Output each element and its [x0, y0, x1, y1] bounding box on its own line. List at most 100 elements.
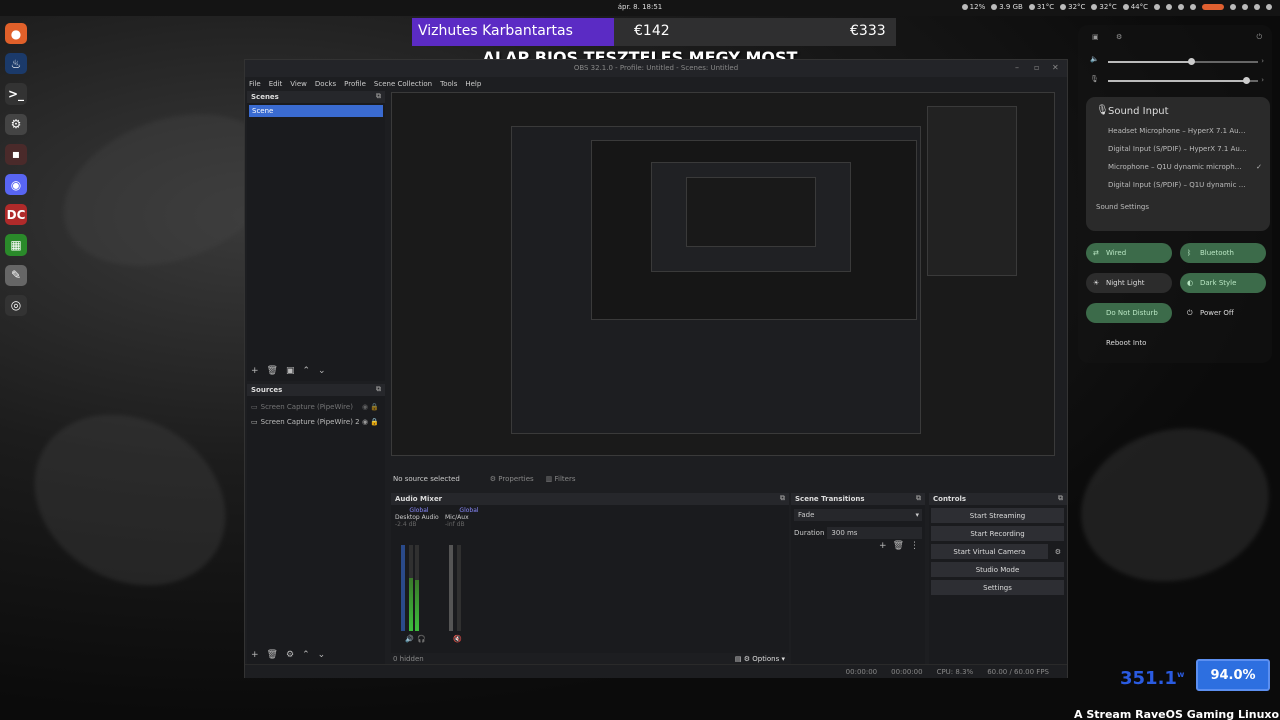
- preview-canvas[interactable]: [391, 92, 1055, 456]
- source-item[interactable]: ▭ Screen Capture (PipeWire) 2 ◉ 🔒: [247, 414, 385, 429]
- add-icon[interactable]: +: [879, 541, 887, 551]
- undock-icon[interactable]: ⧉: [376, 385, 381, 394]
- night-light-toggle[interactable]: ☀ Night Light: [1086, 273, 1172, 293]
- chrome-icon[interactable]: [1154, 4, 1160, 10]
- add-icon[interactable]: +: [251, 366, 259, 376]
- terminal-icon[interactable]: >_: [5, 83, 27, 105]
- down-arrow-icon[interactable]: ⌄: [318, 650, 326, 660]
- obs-icon[interactable]: ◎: [5, 294, 27, 317]
- firefox-icon[interactable]: ●: [5, 23, 27, 45]
- input-option[interactable]: Microphone – Q1U dynamic microph… ✓: [1092, 163, 1264, 171]
- close-icon[interactable]: ✕: [1052, 63, 1059, 72]
- undock-icon[interactable]: ⧉: [780, 494, 785, 503]
- start-recording-button[interactable]: Start Recording: [931, 526, 1064, 541]
- menu-view[interactable]: View: [290, 80, 307, 88]
- chevron-right-icon[interactable]: ›: [1261, 76, 1264, 84]
- wired-toggle[interactable]: ⇄ Wired: [1086, 243, 1172, 263]
- scene-item[interactable]: Scene: [249, 105, 383, 117]
- controls-dock: Controls ⧉ Start Streaming Start Recordin…: [929, 493, 1067, 665]
- maximize-icon[interactable]: ▫: [1034, 63, 1039, 72]
- stream-ticker: A Stream RaveOS Gaming Linuxon fut: [1074, 708, 1280, 720]
- filters-button[interactable]: ▥ Filters: [546, 475, 576, 483]
- menu-help[interactable]: Help: [465, 80, 481, 88]
- up-arrow-icon[interactable]: ⌃: [302, 650, 310, 660]
- power-off-toggle[interactable]: ⏻ Power Off: [1180, 303, 1266, 323]
- duration-input[interactable]: 300 ms: [827, 527, 922, 539]
- volume-icon: 🔈: [1090, 55, 1099, 63]
- chevron-right-icon[interactable]: ›: [1261, 57, 1264, 65]
- do-not-disturb-toggle[interactable]: Do Not Disturb: [1086, 303, 1172, 323]
- properties-button[interactable]: ⚙ Properties: [490, 475, 534, 483]
- mic-slider[interactable]: [1108, 77, 1258, 84]
- settings-icon[interactable]: [1166, 4, 1172, 10]
- microphone-icon[interactable]: [1254, 4, 1260, 10]
- spreadsheet-icon[interactable]: ▦: [5, 234, 27, 256]
- menu-tools[interactable]: Tools: [440, 80, 457, 88]
- down-arrow-icon[interactable]: ⌄: [318, 366, 326, 376]
- menu-edit[interactable]: Edit: [269, 80, 283, 88]
- volume-slider[interactable]: [1108, 58, 1258, 65]
- undock-icon[interactable]: ⧉: [916, 494, 921, 503]
- transition-select[interactable]: Fade ▾: [794, 509, 922, 521]
- settings-icon[interactable]: ⚙: [1116, 33, 1122, 41]
- menu-docks[interactable]: Docks: [315, 80, 336, 88]
- upload-icon[interactable]: [1190, 4, 1196, 10]
- start-streaming-button[interactable]: Start Streaming: [931, 508, 1064, 523]
- start-virtual-camera-button[interactable]: Start Virtual Camera: [931, 544, 1048, 559]
- undock-icon[interactable]: ⧉: [376, 92, 381, 101]
- menu-scene-collection[interactable]: Scene Collection: [374, 80, 432, 88]
- more-icon[interactable]: ⋮: [910, 541, 919, 551]
- sound-settings-link[interactable]: Sound Settings: [1092, 203, 1264, 211]
- hidden-count: 0 hidden: [393, 654, 424, 663]
- volume-fader[interactable]: [401, 545, 405, 631]
- channel-volume: -inf dB: [445, 521, 465, 528]
- trash-icon[interactable]: 🗑: [267, 366, 278, 376]
- bluetooth-toggle[interactable]: ᛒ Bluetooth: [1180, 243, 1266, 263]
- input-option[interactable]: Digital Input (S/PDIF) – Q1U dynamic …: [1092, 181, 1264, 189]
- settings-button[interactable]: Settings: [931, 580, 1064, 595]
- speaker-icon[interactable]: 🔊: [405, 635, 414, 643]
- steam-icon[interactable]: ♨: [5, 53, 27, 75]
- dark-style-toggle[interactable]: ◐ Dark Style: [1180, 273, 1266, 293]
- add-icon[interactable]: +: [251, 650, 259, 660]
- cpu-icon: [961, 4, 968, 10]
- visibility-lock-icons[interactable]: ◉ 🔒: [362, 418, 379, 426]
- discord-icon[interactable]: ◉: [5, 174, 27, 196]
- channel-name[interactable]: Desktop Audio: [393, 514, 443, 521]
- volume-icon[interactable]: [1242, 4, 1248, 10]
- settings-icon[interactable]: ⚙: [5, 113, 27, 135]
- network-icon[interactable]: [1230, 4, 1236, 10]
- blur-app-icon[interactable]: ▪: [5, 143, 27, 166]
- text-editor-icon[interactable]: ✎: [5, 264, 27, 286]
- mixer-options[interactable]: ▤ ⚙ Options ▾: [735, 655, 785, 663]
- stream-time: 00:00:00: [845, 667, 878, 676]
- headphones-icon[interactable]: 🎧: [417, 635, 426, 643]
- filter-icon[interactable]: ▣: [286, 366, 295, 376]
- screenshot-icon[interactable]: ▣: [1092, 33, 1099, 41]
- thermometer-icon: [1091, 4, 1098, 10]
- up-arrow-icon[interactable]: ⌃: [303, 366, 311, 376]
- trash-icon[interactable]: 🗑: [893, 541, 904, 551]
- volume-fader[interactable]: [449, 545, 453, 631]
- davinci-icon[interactable]: DC: [5, 204, 27, 226]
- gear-icon[interactable]: ⚙: [286, 650, 294, 660]
- input-option[interactable]: Headset Microphone – HyperX 7.1 Au…: [1092, 127, 1264, 135]
- source-item[interactable]: ▭ Screen Capture (PipeWire) ◉ 🔒: [247, 399, 385, 414]
- reboot-into-toggle[interactable]: Reboot Into: [1086, 333, 1172, 353]
- undock-icon[interactable]: ⧉: [1058, 494, 1063, 503]
- menu-profile[interactable]: Profile: [344, 80, 366, 88]
- menu-file[interactable]: File: [249, 80, 261, 88]
- microphone-icon: 🎙: [1096, 105, 1109, 116]
- recording-indicator-icon[interactable]: [1202, 4, 1224, 10]
- power-icon[interactable]: ⏻: [1256, 33, 1262, 42]
- trash-icon[interactable]: 🗑: [267, 650, 278, 660]
- visibility-lock-icons[interactable]: ◉ 🔒: [362, 403, 379, 411]
- input-option[interactable]: Digital Input (S/PDIF) – HyperX 7.1 Au…: [1092, 145, 1264, 153]
- channel-name[interactable]: Mic/Aux: [443, 514, 493, 521]
- studio-mode-button[interactable]: Studio Mode: [931, 562, 1064, 577]
- game-icon[interactable]: [1178, 4, 1184, 10]
- speaker-muted-icon[interactable]: 🔇: [453, 635, 462, 643]
- minimize-icon[interactable]: –: [1015, 63, 1019, 72]
- power-icon[interactable]: [1266, 4, 1272, 10]
- gear-icon[interactable]: ⚙: [1055, 548, 1061, 556]
